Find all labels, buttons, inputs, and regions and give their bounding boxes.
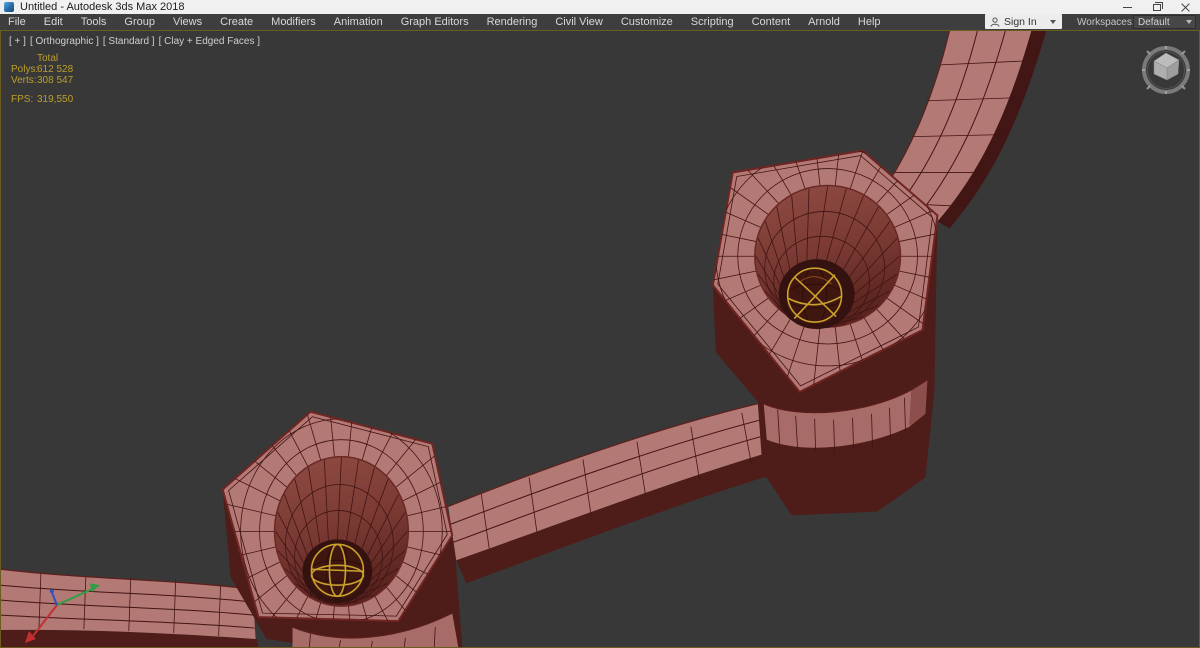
stats-total-label: Total [37, 53, 59, 64]
stats-polys-label: Polys: [11, 64, 39, 75]
viewport-menu-shading[interactable]: [ Clay + Edged Faces ] [159, 36, 260, 47]
menu-item-graph-editors[interactable]: Graph Editors [392, 14, 478, 30]
application-window: Untitled - Autodesk 3ds Max 2018 File Ed… [0, 0, 1200, 648]
menu-item-edit[interactable]: Edit [35, 14, 72, 30]
menu-bar: File Edit Tools Group Views Create Modif… [0, 14, 1200, 30]
menu-item-file[interactable]: File [0, 14, 35, 30]
minimize-icon [1123, 6, 1132, 8]
menu-item-rendering[interactable]: Rendering [478, 14, 547, 30]
viewport[interactable]: [ + ] [ Orthographic ] [ Standard ] [ Cl… [0, 30, 1200, 648]
viewport-menu-view[interactable]: [ Orthographic ] [30, 36, 99, 47]
chevron-down-icon [1050, 19, 1056, 24]
menu-item-animation[interactable]: Animation [325, 14, 392, 30]
stats-verts-value: 308 547 [37, 75, 74, 86]
menu-item-create[interactable]: Create [211, 14, 262, 30]
stats-fps-row: FPS: 319,550 [11, 94, 73, 105]
menu-item-customize[interactable]: Customize [612, 14, 682, 30]
menu-item-group[interactable]: Group [115, 14, 164, 30]
viewport-menu-plus[interactable]: [ + ] [9, 36, 26, 47]
model-bar-middle[interactable] [448, 400, 797, 584]
close-button[interactable] [1171, 0, 1200, 14]
viewport-menu-standard[interactable]: [ Standard ] [103, 36, 155, 47]
title-bar: Untitled - Autodesk 3ds Max 2018 [0, 0, 1200, 14]
user-icon [990, 17, 1000, 27]
close-icon [1181, 3, 1190, 12]
restore-button[interactable] [1142, 0, 1171, 14]
viewport-statistics: Total Polys: 612 528 Verts: 308 547 FPS:… [11, 53, 73, 105]
menu-item-civil-view[interactable]: Civil View [546, 14, 611, 30]
menu-item-tools[interactable]: Tools [72, 14, 116, 30]
sign-in-label: Sign In [1004, 15, 1037, 28]
restore-icon [1152, 1, 1163, 11]
menu-item-scripting[interactable]: Scripting [682, 14, 743, 30]
model-bar-bottom-left[interactable] [1, 568, 259, 647]
menu-item-arnold[interactable]: Arnold [799, 14, 849, 30]
minimize-button[interactable] [1113, 0, 1142, 14]
stats-fps-label: FPS: [11, 94, 34, 105]
stats-verts-label: Verts: [11, 75, 37, 86]
menu-item-modifiers[interactable]: Modifiers [262, 14, 325, 30]
window-controls [1113, 0, 1200, 14]
view-cube[interactable] [1137, 41, 1195, 99]
workspaces-label: Workspaces: [1077, 17, 1135, 28]
model-sphere-lower[interactable] [308, 542, 366, 600]
sign-in-button[interactable]: Sign In [985, 14, 1062, 29]
workspace-select[interactable]: Default [1133, 15, 1196, 29]
scene-canvas[interactable] [1, 31, 1199, 647]
viewport-label: [ + ] [ Orthographic ] [ Standard ] [ Cl… [9, 36, 260, 47]
window-title: Untitled - Autodesk 3ds Max 2018 [20, 1, 185, 13]
model-sphere-upper[interactable] [785, 266, 845, 326]
menu-item-views[interactable]: Views [164, 14, 211, 30]
view-cube-cube [1153, 52, 1180, 81]
chevron-down-icon [1186, 20, 1192, 24]
stats-polys-row: Polys: 612 528 [11, 64, 73, 75]
app-icon [4, 2, 14, 12]
stats-fps-value: 319,550 [37, 94, 74, 105]
stats-verts-row: Verts: 308 547 [11, 75, 73, 86]
menu-item-content[interactable]: Content [743, 14, 800, 30]
stats-total-row: Total [11, 53, 73, 64]
menu-item-help[interactable]: Help [849, 14, 890, 30]
stats-polys-value: 612 528 [37, 64, 74, 75]
workspace-value: Default [1138, 16, 1170, 28]
